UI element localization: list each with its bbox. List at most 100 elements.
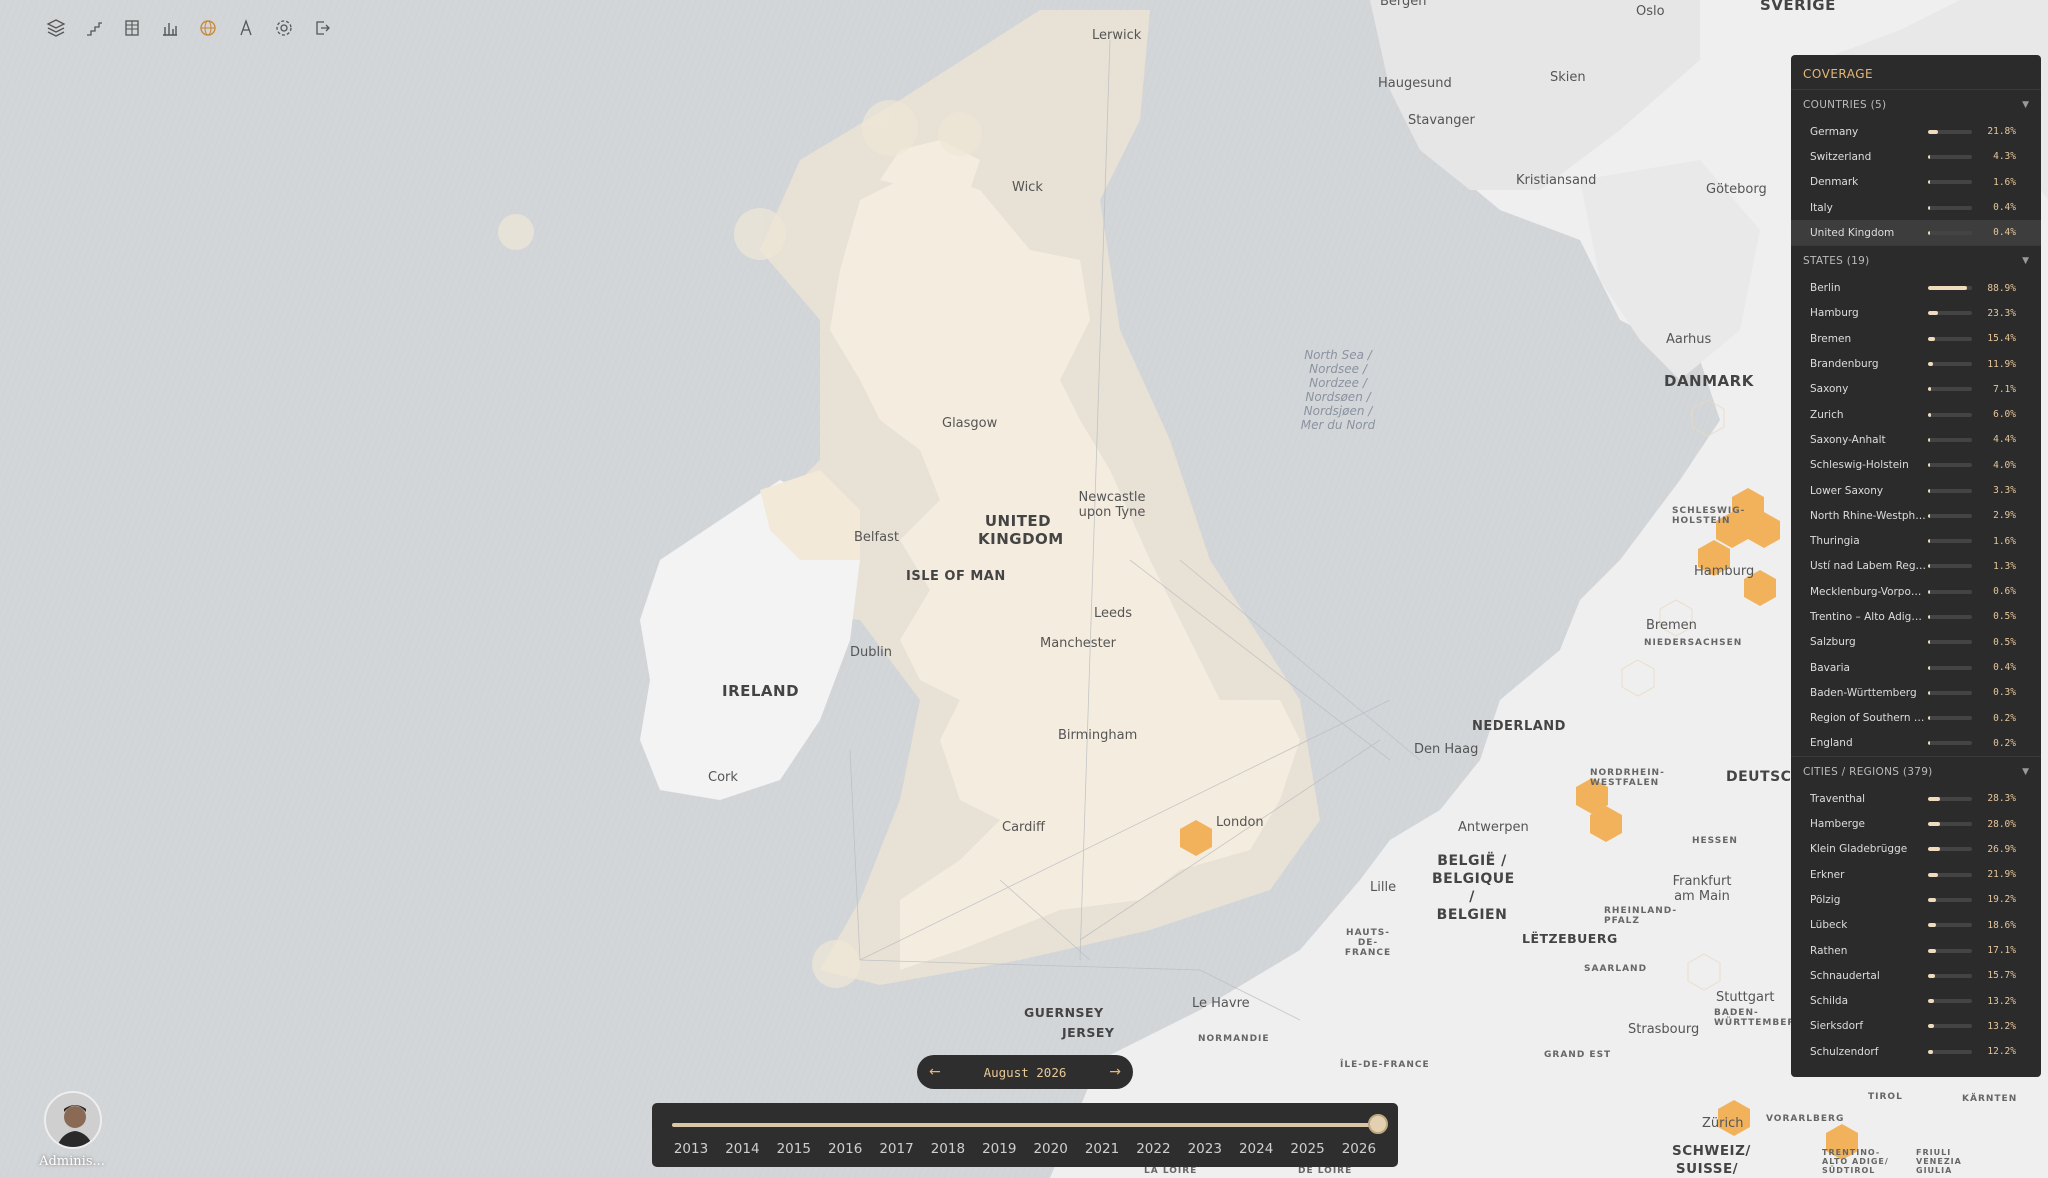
timeline-thumb[interactable] [1368, 1114, 1388, 1134]
coverage-row[interactable]: Thuringia 1.6% [1791, 528, 2041, 553]
coverage-row-bar [1928, 437, 1972, 442]
coverage-row[interactable]: Mecklenburg-Vorpom... 0.6% [1791, 579, 2041, 604]
coverage-row[interactable]: England 0.2% [1791, 731, 2041, 756]
timeline-year[interactable]: 2015 [775, 1141, 813, 1157]
chevron-down-icon[interactable]: ▼ [2022, 767, 2029, 777]
coverage-row[interactable]: Schilda 13.2% [1791, 989, 2041, 1014]
coverage-row[interactable]: Lower Saxony 3.3% [1791, 478, 2041, 503]
timeline-year[interactable]: 2025 [1289, 1141, 1327, 1157]
coverage-row[interactable]: Schnaudertal 15.7% [1791, 963, 2041, 988]
coverage-row[interactable]: Germany 21.8% [1791, 119, 2041, 144]
coverage-row[interactable]: Brandenburg 11.9% [1791, 351, 2041, 376]
gear-icon[interactable] [270, 14, 298, 42]
coverage-row[interactable]: Sierksdorf 13.2% [1791, 1014, 2041, 1039]
logout-icon[interactable] [308, 14, 336, 42]
coverage-row-bar [1928, 716, 1972, 721]
coverage-row[interactable]: North Rhine-Westphalia 2.9% [1791, 503, 2041, 528]
coverage-row[interactable]: Denmark 1.6% [1791, 170, 2041, 195]
timeline-year[interactable]: 2018 [929, 1141, 967, 1157]
timeline-year[interactable]: 2017 [878, 1141, 916, 1157]
coverage-row[interactable]: Zurich 6.0% [1791, 402, 2041, 427]
globe-icon[interactable] [194, 14, 222, 42]
coverage-row-name: Salzburg [1810, 636, 1856, 649]
timeline-year[interactable]: 2020 [1032, 1141, 1070, 1157]
coverage-row[interactable]: Saxony-Anhalt 4.4% [1791, 427, 2041, 452]
section-label: STATES (19) [1803, 254, 1870, 267]
coverage-panel: COVERAGE COUNTRIES (5) ▼ Germany 21.8% Switz… [1791, 55, 2041, 1077]
timeline-year[interactable]: 2016 [826, 1141, 864, 1157]
coverage-row[interactable]: Salzburg 0.5% [1791, 630, 2041, 655]
coverage-row[interactable]: Schleswig-Holstein 4.0% [1791, 453, 2041, 478]
coverage-row[interactable]: Berlin 88.9% [1791, 275, 2041, 300]
user-name: Adminis... [39, 1154, 105, 1169]
map-label-newcastle: Newcastle upon Tyne [1078, 490, 1146, 520]
section-header[interactable]: COUNTRIES (5) ▼ [1791, 89, 2041, 119]
avatar[interactable] [44, 1091, 102, 1149]
coverage-row[interactable]: Bavaria 0.4% [1791, 655, 2041, 680]
coverage-row-pct: 1.6% [1993, 176, 2016, 188]
map-label-sverige: SVERIGE [1760, 0, 1836, 14]
map-label-friuli: FRIULI VENEZIA GIULIA [1916, 1148, 1962, 1175]
coverage-row[interactable]: Hamburg 23.3% [1791, 301, 2041, 326]
coverage-row-bar [1928, 362, 1972, 367]
timeline-year[interactable]: 2026 [1340, 1141, 1378, 1157]
coverage-row[interactable]: Klein Gladebrügge 26.9% [1791, 837, 2041, 862]
coverage-row[interactable]: United Kingdom 0.4% [1791, 220, 2041, 246]
coverage-row[interactable]: Baden-Württemberg 0.3% [1791, 680, 2041, 705]
section-header[interactable]: CITIES / REGIONS (379) ▼ [1791, 756, 2041, 786]
coverage-row[interactable]: Traventhal 28.3% [1791, 786, 2041, 811]
coverage-row-bar [1928, 564, 1972, 569]
font-icon[interactable] [232, 14, 260, 42]
coverage-row[interactable]: Bremen 15.4% [1791, 326, 2041, 351]
map-label-antwerpen: Antwerpen [1458, 820, 1529, 835]
coverage-row-pct: 0.4% [1993, 202, 2016, 214]
coverage-row[interactable]: Hamberge 28.0% [1791, 811, 2041, 836]
timeline-year[interactable]: 2014 [723, 1141, 761, 1157]
map-label-schleswig: SCHLESWIG-HOLSTEIN [1672, 506, 1746, 526]
timeline-year[interactable]: 2022 [1134, 1141, 1172, 1157]
coverage-row[interactable]: Erkner 21.9% [1791, 862, 2041, 887]
coverage-row-bar-fill [1928, 387, 1932, 392]
timeline-year[interactable]: 2023 [1186, 1141, 1224, 1157]
coverage-row[interactable]: Lübeck 18.6% [1791, 913, 2041, 938]
coverage-row[interactable]: Switzerland 4.3% [1791, 144, 2041, 169]
timeline-year[interactable]: 2024 [1237, 1141, 1275, 1157]
timeline-year[interactable]: 2019 [980, 1141, 1018, 1157]
bar-chart-icon[interactable] [156, 14, 184, 42]
coverage-row-name: Schnaudertal [1810, 969, 1880, 982]
map-label-london: London [1216, 815, 1264, 830]
coverage-row-bar-fill [1928, 564, 1930, 569]
coverage-row-pct: 4.3% [1993, 151, 2016, 163]
chevron-down-icon[interactable]: ▼ [2022, 256, 2029, 266]
coverage-row-bar-fill [1928, 822, 1941, 827]
coverage-row-name: Mecklenburg-Vorpom... [1810, 585, 1928, 598]
map-label-birmingham: Birmingham [1058, 728, 1138, 743]
map-label-nederland: NEDERLAND [1472, 719, 1566, 734]
coverage-row[interactable]: Schulzendorf 12.2% [1791, 1039, 2041, 1064]
coverage-row-name: Saxony-Anhalt [1810, 433, 1886, 446]
section-header[interactable]: STATES (19) ▼ [1791, 245, 2041, 275]
toolbar [42, 14, 336, 42]
table-icon[interactable] [118, 14, 146, 42]
map[interactable]: Lerwick Bergen Oslo SVERIGE Haugesund Sk… [0, 0, 2048, 1178]
coverage-row[interactable]: Trentino – Alto Adige/... 0.5% [1791, 604, 2041, 629]
coverage-row[interactable]: Region of Southern D... 0.2% [1791, 706, 2041, 731]
coverage-row-bar-fill [1928, 690, 1930, 695]
coverage-row[interactable]: Rathen 17.1% [1791, 938, 2041, 963]
map-label-karnten: KÄRNTEN [1962, 1094, 2018, 1104]
timeline-year[interactable]: 2013 [672, 1141, 710, 1157]
coverage-row[interactable]: Ústí nad Labem Region 1.3% [1791, 554, 2041, 579]
layers-icon[interactable] [42, 14, 70, 42]
timeline-track[interactable] [672, 1123, 1378, 1127]
map-label-den-haag: Den Haag [1414, 742, 1479, 757]
coverage-row[interactable]: Saxony 7.1% [1791, 377, 2041, 402]
map-label-bergen: Bergen [1380, 0, 1427, 9]
coverage-row[interactable]: Pölzig 19.2% [1791, 887, 2041, 912]
stairs-icon[interactable] [80, 14, 108, 42]
next-month-button[interactable]: → [1109, 1064, 1121, 1080]
prev-month-button[interactable]: ← [929, 1064, 941, 1080]
coverage-row-pct: 6.0% [1993, 409, 2016, 421]
chevron-down-icon[interactable]: ▼ [2022, 100, 2029, 110]
timeline-year[interactable]: 2021 [1083, 1141, 1121, 1157]
coverage-row[interactable]: Italy 0.4% [1791, 195, 2041, 220]
